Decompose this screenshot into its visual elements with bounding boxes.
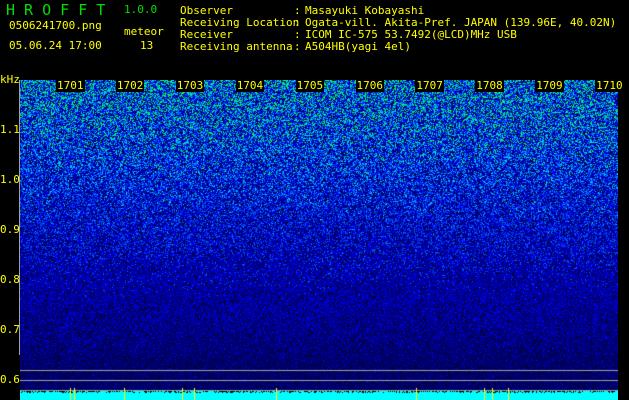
colon: : — [294, 40, 301, 53]
y-tick-label: 0.7 — [0, 323, 20, 336]
time-tick-label: 1708 — [475, 79, 504, 92]
antenna-value: A504HB(yagi 4el) — [305, 40, 411, 53]
file-name: 0506241700.png — [9, 19, 102, 32]
time-tick-label: 1704 — [235, 79, 265, 92]
time-tick-label: 1703 — [175, 79, 205, 92]
time-tick-label: 1705 — [295, 79, 325, 92]
spectrogram — [20, 80, 618, 400]
y-tick-label: 1.1 — [0, 123, 20, 136]
time-tick-label: 1709 — [535, 79, 564, 92]
time-tick-label: 1706 — [355, 79, 384, 92]
y-tick-label: 1.0 — [0, 173, 20, 186]
antenna-label: Receiving antenna — [180, 40, 293, 53]
meteor-count: 13 — [140, 39, 154, 52]
y-unit-label: kHz — [0, 73, 20, 86]
y-axis-line — [19, 80, 20, 355]
y-tick-label: 0.9 — [0, 223, 20, 236]
time-tick-label: 1702 — [115, 79, 145, 92]
app-version: 1.0.0 — [124, 3, 158, 16]
datetime: 05.06.24 17:00 — [9, 39, 102, 52]
time-tick-label: 1707 — [415, 79, 444, 92]
time-tick-label: 1701 — [56, 79, 85, 92]
meteor-label: meteor — [124, 25, 164, 38]
time-tick-label: 1710 — [595, 79, 624, 92]
y-tick-label: 0.6 — [0, 373, 20, 386]
app-title: H R O F F T — [6, 1, 106, 19]
y-tick-label: 0.8 — [0, 273, 20, 286]
